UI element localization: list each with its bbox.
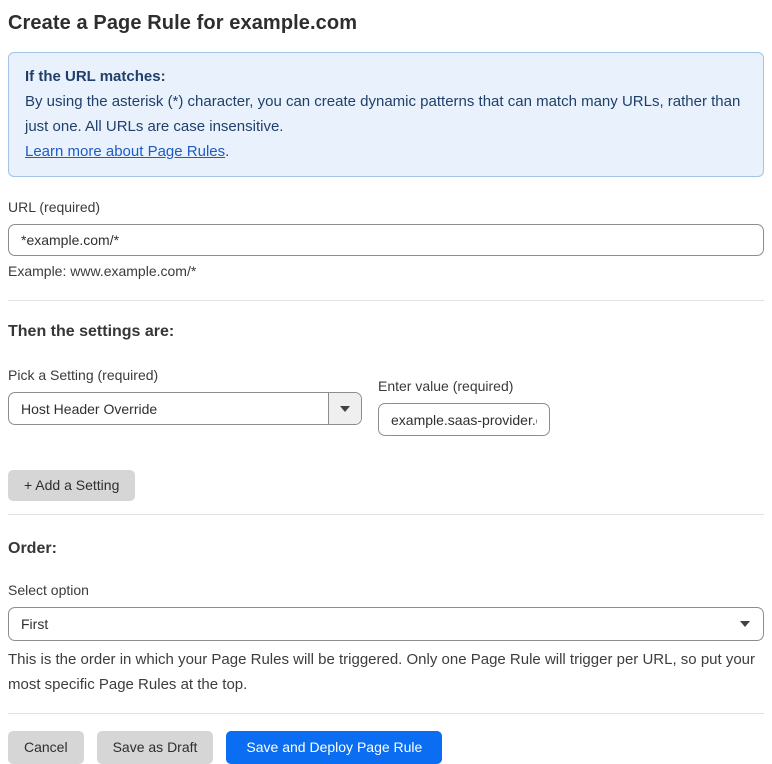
order-select-value: First bbox=[21, 616, 49, 632]
divider bbox=[8, 300, 764, 301]
setting-select[interactable]: Host Header Override bbox=[8, 392, 362, 425]
setting-value-input[interactable] bbox=[378, 403, 550, 436]
order-select-label: Select option bbox=[8, 582, 89, 598]
divider bbox=[8, 514, 764, 515]
info-box-body: By using the asterisk (*) character, you… bbox=[25, 93, 741, 135]
divider bbox=[8, 713, 764, 714]
url-input[interactable] bbox=[8, 224, 764, 256]
setting-select-group: Pick a Setting (required) Host Header Ov… bbox=[8, 367, 362, 436]
add-setting-button[interactable]: + Add a Setting bbox=[8, 470, 136, 501]
order-heading: Order: bbox=[8, 540, 57, 557]
setting-select-value: Host Header Override bbox=[21, 400, 158, 417]
url-match-info-box: If the URL matches: By using the asteris… bbox=[8, 52, 764, 177]
settings-row: Pick a Setting (required) Host Header Ov… bbox=[8, 367, 764, 436]
save-deploy-button[interactable]: Save and Deploy Page Rule bbox=[226, 731, 443, 764]
value-label: Enter value (required) bbox=[378, 378, 514, 394]
link-period: . bbox=[225, 143, 230, 160]
settings-heading: Then the settings are: bbox=[8, 323, 175, 340]
url-example-text: Example: www.example.com/* bbox=[8, 263, 197, 279]
setting-select-label: Pick a Setting (required) bbox=[8, 367, 159, 383]
footer-button-row: Cancel Save as Draft Save and Deploy Pag… bbox=[8, 731, 764, 764]
cancel-button[interactable]: Cancel bbox=[8, 731, 84, 764]
url-label: URL (required) bbox=[8, 199, 101, 215]
save-draft-button[interactable]: Save as Draft bbox=[96, 731, 214, 764]
chevron-down-icon bbox=[340, 405, 350, 412]
order-help-text: This is the order in which your Page Rul… bbox=[8, 651, 756, 693]
chevron-down-icon bbox=[740, 621, 750, 627]
page-title: Create a Page Rule for example.com bbox=[8, 12, 358, 34]
info-box-heading: If the URL matches: bbox=[25, 68, 166, 85]
order-select[interactable]: First bbox=[8, 607, 764, 641]
learn-more-link[interactable]: Learn more about Page Rules bbox=[25, 143, 225, 160]
setting-value-group: Enter value (required) bbox=[378, 378, 550, 436]
setting-select-dropdown-button[interactable] bbox=[328, 393, 361, 424]
info-box-link-row: Learn more about Page Rules. bbox=[25, 139, 747, 164]
